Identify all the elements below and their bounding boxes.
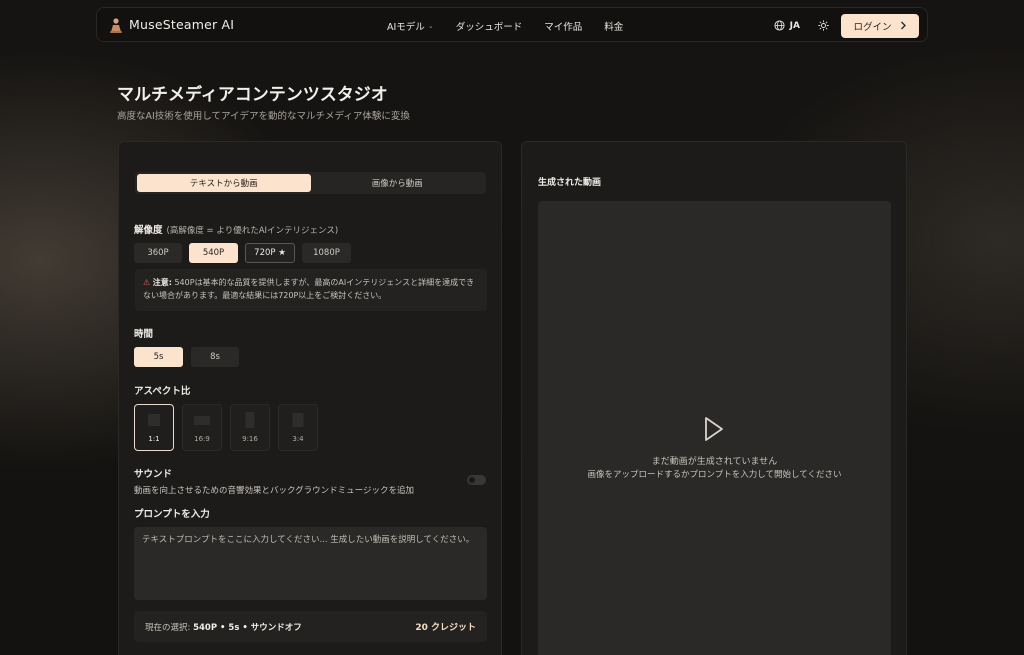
- duration-options: 5s 8s: [134, 347, 239, 367]
- square-shape-icon: [148, 414, 160, 426]
- nav-link-pricing[interactable]: 料金: [604, 19, 623, 33]
- toggle-knob: [469, 477, 475, 483]
- notice-text: 540Pは基本的な品質を提供しますが、最高のAIインテリジェンスと詳細を達成でき…: [143, 278, 475, 300]
- video-preview-area: まだ動画が生成されていません 画像をアップロードするかプロンプトを入力して開始し…: [538, 201, 891, 655]
- nav-link-ai-models[interactable]: AIモデル ⌄: [387, 19, 434, 33]
- tab-text-to-video[interactable]: テキストから動画: [137, 174, 311, 192]
- selection-summary: 現在の選択: 540P • 5s • サウンドオフ 20 クレジット: [134, 611, 487, 642]
- sound-toggle[interactable]: [467, 475, 486, 485]
- nav-link-dashboard[interactable]: ダッシュボード: [456, 19, 523, 33]
- resolution-section-label: 解像度 (高解像度 = より優れたAIインテリジェンス): [134, 222, 338, 236]
- aspect-ratio-label: アスペクト比: [134, 386, 191, 397]
- duration-option-8s[interactable]: 8s: [191, 347, 239, 367]
- page-subtitle: 高度なAI技術を使用してアイデアを動的なマルチメディア体験に変換: [117, 111, 410, 122]
- summary-selection: 540P • 5s • サウンドオフ: [193, 622, 302, 633]
- resolution-notice: ⚠ 注意: 540Pは基本的な品質を提供しますが、最高のAIインテリジェンスと詳…: [135, 269, 487, 311]
- play-icon: [705, 417, 723, 441]
- portrait-shape-icon: [292, 413, 304, 427]
- prompt-input[interactable]: [134, 527, 487, 600]
- output-title: 生成された動画: [538, 178, 602, 188]
- resolution-option-720p[interactable]: 720P ★: [245, 243, 295, 263]
- login-button[interactable]: ログイン: [841, 13, 919, 38]
- notice-prefix: 注意:: [152, 278, 172, 287]
- prompt-label: プロンプトを入力: [134, 509, 210, 520]
- sound-description: 動画を向上させるための音響効果とバックグラウンドミュージックを追加: [134, 486, 414, 496]
- chevron-right-icon: [900, 21, 906, 30]
- credits-cost: 20 クレジット: [415, 623, 476, 633]
- resolution-option-1080p[interactable]: 1080P: [302, 243, 351, 263]
- summary-text: 現在の選択: 540P • 5s • サウンドオフ: [145, 621, 302, 633]
- resolution-label: 解像度: [134, 225, 163, 236]
- resolution-hint: (高解像度 = より優れたAIインテリジェンス): [166, 226, 339, 236]
- duration-label: 時間: [134, 329, 154, 340]
- summary-prefix: 現在の選択:: [145, 622, 191, 633]
- aspect-option-9-16[interactable]: 9:16: [230, 404, 270, 451]
- resolution-option-360p[interactable]: 360P: [134, 243, 182, 263]
- brand-name: MuseSteamer AI: [129, 17, 235, 32]
- sound-label: サウンド: [134, 469, 173, 480]
- aspect-option-1-1[interactable]: 1:1: [134, 404, 174, 451]
- login-label: ログイン: [853, 21, 892, 33]
- aspect-option-label: 16:9: [194, 435, 210, 443]
- language-code: JA: [789, 20, 800, 31]
- chevron-down-icon: ⌄: [427, 21, 434, 30]
- sun-icon: [818, 20, 829, 31]
- output-panel: 生成された動画 まだ動画が生成されていません 画像をアップロードするかプロンプト…: [521, 141, 907, 655]
- nav-links: AIモデル ⌄ ダッシュボード マイ作品 料金: [387, 8, 623, 43]
- top-navbar: MuseSteamer AI AIモデル ⌄ ダッシュボード マイ作品 料金 J…: [96, 7, 928, 42]
- generation-form-panel: テキストから動画 画像から動画 解像度 (高解像度 = より優れたAIインテリジェ…: [118, 141, 502, 655]
- duration-option-5s[interactable]: 5s: [134, 347, 183, 367]
- brand-logo-icon: [110, 17, 122, 33]
- resolution-option-540p[interactable]: 540P: [189, 243, 238, 263]
- empty-state-hint: 画像をアップロードするかプロンプトを入力して開始してください: [587, 470, 842, 480]
- aspect-option-label: 9:16: [242, 435, 258, 443]
- aspect-option-label: 1:1: [148, 435, 160, 443]
- page-title: マルチメディアコンテンツスタジオ: [117, 85, 388, 105]
- nav-link-my-works[interactable]: マイ作品: [544, 19, 582, 33]
- globe-icon: [774, 20, 785, 31]
- empty-state-title: まだ動画が生成されていません: [651, 457, 778, 467]
- theme-toggle-button[interactable]: [818, 20, 829, 31]
- aspect-ratio-options: 1:1 16:9 9:16 3:4: [134, 404, 318, 451]
- nav-actions: JA ログイン: [774, 8, 919, 43]
- portrait-shape-icon: [245, 412, 255, 428]
- warning-icon: ⚠: [143, 278, 151, 287]
- language-selector[interactable]: JA: [774, 20, 800, 31]
- brand[interactable]: MuseSteamer AI: [109, 17, 234, 33]
- landscape-shape-icon: [194, 416, 210, 425]
- tab-image-to-video[interactable]: 画像から動画: [311, 174, 485, 192]
- nav-link-label: AIモデル: [387, 21, 425, 33]
- aspect-option-16-9[interactable]: 16:9: [182, 404, 222, 451]
- aspect-option-3-4[interactable]: 3:4: [278, 404, 318, 451]
- aspect-option-label: 3:4: [292, 435, 304, 443]
- mode-tabs: テキストから動画 画像から動画: [135, 172, 486, 194]
- resolution-options: 360P 540P 720P ★ 1080P: [134, 243, 351, 263]
